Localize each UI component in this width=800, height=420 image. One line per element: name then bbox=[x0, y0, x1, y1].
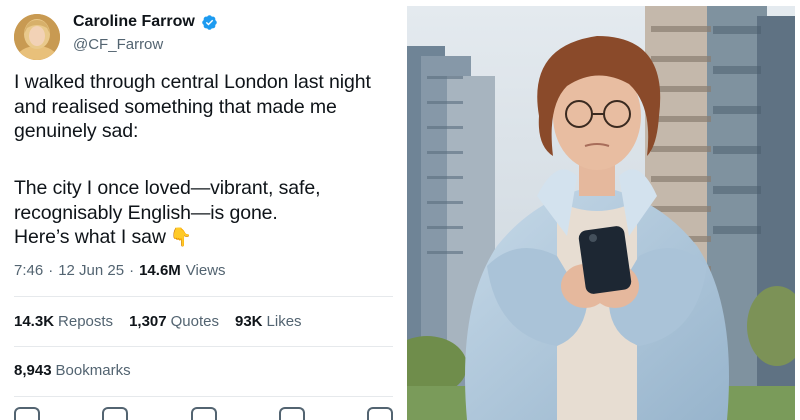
avatar[interactable] bbox=[14, 14, 60, 60]
tweet-text-paragraph-1: I walked through central London last nig… bbox=[14, 71, 371, 142]
tweet-time[interactable]: 7:46 bbox=[14, 262, 43, 279]
like-icon[interactable] bbox=[190, 407, 217, 420]
separator-dot: · bbox=[129, 262, 135, 279]
author-handle[interactable]: @CF_Farrow bbox=[73, 36, 163, 53]
verified-badge-icon bbox=[202, 14, 217, 30]
tweet-text-line-content: Here’s what I saw bbox=[14, 226, 166, 248]
views-count: 14.6M bbox=[139, 262, 181, 279]
likes-count: 93K bbox=[234, 313, 263, 330]
likes-stat[interactable]: 93K Likes bbox=[235, 313, 302, 330]
bookmarks-label: Bookmarks bbox=[55, 362, 131, 379]
tweet-text-line: The city I once loved—vibrant, safe, bbox=[14, 177, 321, 199]
separator-dot: · bbox=[48, 262, 54, 279]
tweet-text-paragraph-2: The city I once loved—vibrant, safe, rec… bbox=[14, 176, 399, 250]
views-label: Views bbox=[185, 262, 226, 279]
tweet-metadata: 7:46 · 12 Jun 25 · 14.6M Views bbox=[14, 262, 226, 279]
reposts-count: 14.3K bbox=[14, 313, 55, 330]
divider bbox=[14, 346, 393, 347]
pointing-down-emoji: 👇 bbox=[169, 227, 193, 247]
author-name-row: Caroline Farrow bbox=[73, 13, 218, 31]
quotes-stat[interactable]: 1,307 Quotes bbox=[129, 313, 219, 330]
bookmarks-count: 8,943 bbox=[14, 362, 52, 379]
divider bbox=[14, 396, 393, 397]
author-display-name[interactable]: Caroline Farrow bbox=[73, 13, 195, 31]
reposts-stat[interactable]: 14.3K Reposts bbox=[14, 313, 113, 330]
avatar-image bbox=[14, 14, 60, 60]
reply-icon[interactable] bbox=[14, 407, 40, 420]
tweet-card: Caroline Farrow @CF_Farrow I walked thro… bbox=[0, 0, 405, 420]
share-icon[interactable] bbox=[367, 407, 393, 420]
repost-icon[interactable] bbox=[102, 407, 129, 420]
divider bbox=[14, 296, 393, 297]
tweet-text-line: recognisably English—is gone. bbox=[14, 201, 278, 224]
bookmarks-stat[interactable]: 8,943 Bookmarks bbox=[14, 362, 131, 379]
tweet-date[interactable]: 12 Jun 25 bbox=[58, 262, 124, 279]
photo-woman-looking-at-phone bbox=[407, 6, 795, 420]
quotes-label: Quotes bbox=[170, 313, 219, 330]
bookmark-icon[interactable] bbox=[278, 407, 305, 420]
engagement-stats: 14.3K Reposts 1,307 Quotes 93K Likes bbox=[14, 313, 302, 330]
tweet-text-line: Here’s what I saw 👇 bbox=[14, 225, 399, 250]
reposts-label: Reposts bbox=[58, 313, 114, 330]
tweet-action-bar bbox=[14, 407, 393, 420]
likes-label: Likes bbox=[266, 313, 302, 330]
photo-illustration bbox=[407, 6, 795, 420]
quotes-count: 1,307 bbox=[129, 313, 167, 330]
